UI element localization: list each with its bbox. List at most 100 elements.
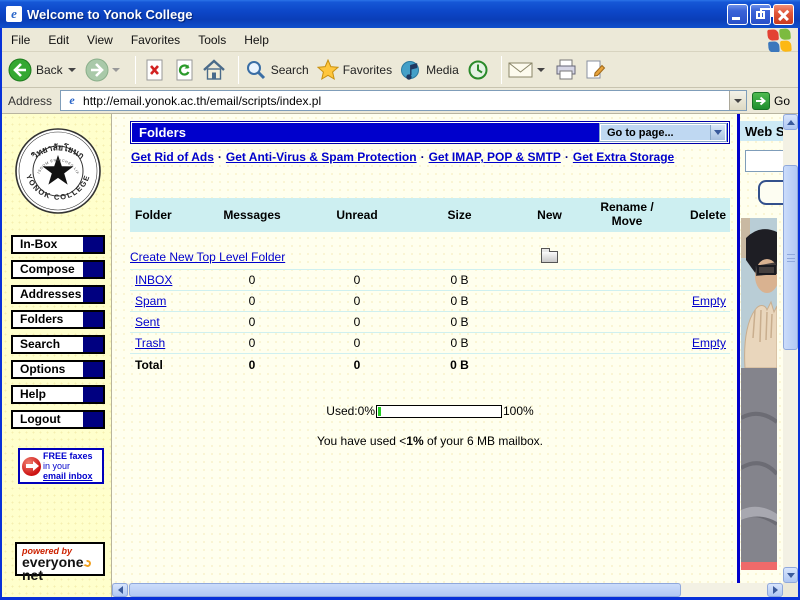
address-input[interactable]: e http://email.yonok.ac.th/email/scripts… (60, 90, 747, 111)
menu-tools[interactable]: Tools (189, 30, 235, 50)
close-button[interactable] (773, 4, 794, 25)
col-rename-move: Rename / Move (587, 201, 667, 229)
sidebar-item-inbox[interactable]: In-Box (11, 235, 105, 254)
max-label: 100% (503, 404, 534, 418)
sidebar-item-compose[interactable]: Compose (11, 260, 105, 279)
address-url[interactable]: http://email.yonok.ac.th/email/scripts/i… (83, 94, 729, 108)
menu-view[interactable]: View (78, 30, 122, 50)
edit-button[interactable] (584, 59, 606, 81)
search-label: Search (271, 63, 309, 77)
horizontal-scrollbar-thumb[interactable] (129, 583, 681, 597)
table-row: INBOX 0 0 0 B (130, 270, 730, 291)
title-bar[interactable]: e Welcome to Yonok College (0, 0, 800, 28)
restore-icon (756, 11, 765, 19)
sidebar: วิทยาลัยโยนก YONOK COLLEGE WISDOM ENRICH… (2, 114, 112, 597)
favorites-button[interactable]: Favorites (317, 59, 394, 81)
minimize-button[interactable] (727, 4, 748, 25)
link-get-rid-of-ads[interactable]: Get Rid of Ads (131, 150, 214, 164)
usage-meter-row: Used:0% 100% (130, 404, 730, 418)
history-button[interactable] (467, 59, 489, 81)
menu-edit[interactable]: Edit (39, 30, 78, 50)
menu-favorites[interactable]: Favorites (122, 30, 189, 50)
sidebar-item-search[interactable]: Search (11, 335, 105, 354)
folder-link-inbox[interactable]: INBOX (130, 273, 197, 287)
col-messages: Messages (197, 208, 307, 222)
forward-button[interactable] (85, 58, 123, 82)
web-search-button[interactable] (758, 180, 783, 205)
scroll-left-button[interactable] (112, 583, 128, 597)
empty-spam-link[interactable]: Empty (667, 294, 730, 308)
link-imap-pop-smtp[interactable]: Get IMAP, POP & SMTP (429, 150, 561, 164)
red-arrow-icon (22, 457, 41, 476)
vertical-scrollbar[interactable] (783, 114, 798, 583)
scroll-up-button[interactable] (783, 114, 798, 130)
menu-file[interactable]: File (2, 30, 39, 50)
restore-button[interactable] (750, 4, 771, 25)
sidebar-item-logout[interactable]: Logout (11, 410, 105, 429)
media-icon (400, 59, 422, 81)
favorites-label: Favorites (343, 63, 392, 77)
table-row: Sent 0 0 0 B (130, 312, 730, 333)
link-antivirus-spam[interactable]: Get Anti-Virus & Spam Protection (226, 150, 417, 164)
toolbar-separator (238, 56, 239, 84)
sidebar-item-help[interactable]: Help (11, 385, 105, 404)
create-folder-row: Create New Top Level Folder (130, 244, 730, 270)
create-new-folder-link[interactable]: Create New Top Level Folder (130, 250, 512, 264)
new-folder-icon[interactable] (541, 251, 558, 263)
back-label: Back (36, 63, 63, 77)
go-label: Go (774, 94, 790, 108)
forward-icon (85, 58, 109, 82)
everyone-net-logo[interactable]: powered by everyonenet (15, 542, 105, 576)
print-button[interactable] (554, 58, 578, 82)
horizontal-scrollbar[interactable] (112, 583, 783, 597)
vertical-scrollbar-thumb[interactable] (783, 165, 798, 350)
scroll-right-button[interactable] (767, 583, 783, 597)
sidebar-item-options[interactable]: Options (11, 360, 105, 379)
folder-link-sent[interactable]: Sent (130, 315, 197, 329)
chevron-down-icon (787, 573, 795, 578)
stop-button[interactable] (142, 58, 166, 82)
main-frame: Folders Go to page... Get Rid of Ads·Get… (112, 114, 783, 597)
folder-link-spam[interactable]: Spam (130, 294, 197, 308)
col-unread: Unread (307, 208, 407, 222)
goto-page-select[interactable]: Go to page... (600, 124, 726, 141)
sidebar-nav: In-Box Compose Addresses Folders Search … (11, 235, 105, 435)
brand-suffix: net (22, 567, 43, 583)
link-extra-storage[interactable]: Get Extra Storage (573, 150, 674, 164)
scroll-down-button[interactable] (783, 567, 798, 583)
forward-dropdown-icon (112, 68, 120, 72)
go-button[interactable]: Go (752, 92, 790, 110)
home-button[interactable] (202, 58, 226, 82)
back-button[interactable]: Back (8, 58, 79, 82)
media-label: Media (426, 63, 459, 77)
back-dropdown-icon[interactable] (68, 68, 76, 72)
history-icon (467, 59, 489, 81)
sidebar-item-folders[interactable]: Folders (11, 310, 105, 329)
mail-button[interactable] (508, 60, 548, 80)
browser-toolbar: Back Search Favorites Media (2, 52, 798, 88)
empty-trash-link[interactable]: Empty (667, 336, 730, 350)
menu-help[interactable]: Help (235, 30, 278, 50)
media-button[interactable]: Media (400, 59, 461, 81)
address-dropdown-button[interactable] (729, 91, 746, 110)
sidebar-item-addresses[interactable]: Addresses (11, 285, 105, 304)
address-label: Address (8, 94, 52, 108)
col-delete: Delete (667, 208, 730, 222)
search-button[interactable]: Search (245, 59, 311, 81)
stop-icon (142, 58, 166, 82)
go-icon (752, 92, 770, 110)
orange-swoosh-icon (83, 559, 92, 568)
refresh-button[interactable] (172, 58, 196, 82)
usage-note: You have used <1% of your 6 MB mailbox. (130, 434, 730, 448)
web-search-input[interactable] (745, 150, 783, 172)
col-folder: Folder (130, 208, 197, 222)
print-icon (554, 58, 578, 82)
chevron-down-icon[interactable] (710, 125, 725, 140)
toolbar-separator (501, 56, 502, 84)
folder-link-trash[interactable]: Trash (130, 336, 197, 350)
free-faxes-ad[interactable]: FREE faxes in your email inbox (18, 448, 104, 484)
mail-dropdown-icon[interactable] (537, 68, 545, 72)
scrollbar-corner (783, 583, 798, 597)
col-size: Size (407, 208, 512, 222)
folders-header: Folders Go to page... (130, 121, 730, 144)
